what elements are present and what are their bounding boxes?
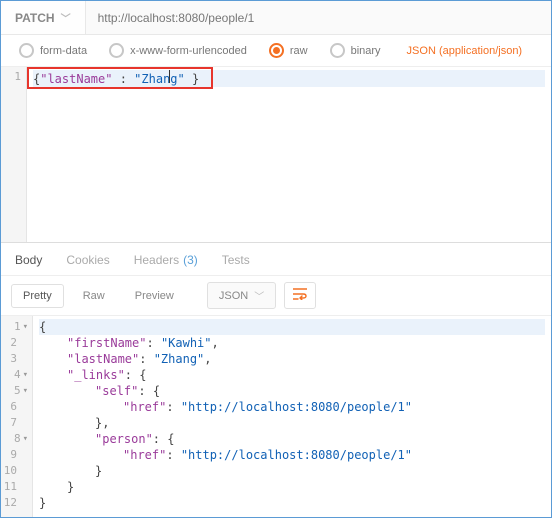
tab-body[interactable]: Body [15,253,42,267]
radio-icon [109,43,124,58]
response-gutter: 1▾ 2 3 4▾ 5▾ 6 7 8▾ 9 10 11 12 [1,316,33,517]
bodytype-binary[interactable]: binary [330,43,399,58]
line-gutter: 1 [1,67,27,242]
mode-preview-button[interactable]: Preview [124,285,185,307]
content-type-dropdown[interactable]: JSON (application/json) [407,45,523,57]
fold-icon[interactable]: ▾ [23,367,28,383]
chevron-down-icon: ﹀ [61,10,71,25]
http-method-label: PATCH [15,11,55,25]
wrap-lines-button[interactable] [284,282,316,309]
wrap-icon [293,288,307,300]
tab-headers[interactable]: Headers (3) [134,253,198,267]
bodytype-raw[interactable]: raw [269,43,326,58]
mode-raw-button[interactable]: Raw [72,285,116,307]
tab-tests[interactable]: Tests [222,253,250,267]
url-input[interactable] [86,1,551,34]
fold-icon[interactable]: ▾ [23,383,28,399]
radio-icon [269,43,284,58]
bodytype-form-data[interactable]: form-data [19,43,105,58]
fold-icon[interactable]: ▾ [23,319,28,335]
radio-icon [330,43,345,58]
request-body-editor[interactable]: 1 {"lastName" : "Zhang" } [1,67,551,243]
tab-cookies[interactable]: Cookies [66,253,109,267]
response-body-viewer[interactable]: 1▾ 2 3 4▾ 5▾ 6 7 8▾ 9 10 11 12 { "firstN… [1,316,551,517]
bodytype-urlencoded[interactable]: x-www-form-urlencoded [109,43,265,58]
chevron-down-icon: ﹀ [254,288,264,303]
mode-pretty-button[interactable]: Pretty [11,284,64,308]
fold-icon[interactable]: ▾ [23,431,28,447]
http-method-dropdown[interactable]: PATCH ﹀ [1,1,86,34]
format-dropdown[interactable]: JSON ﹀ [207,282,276,309]
radio-icon [19,43,34,58]
